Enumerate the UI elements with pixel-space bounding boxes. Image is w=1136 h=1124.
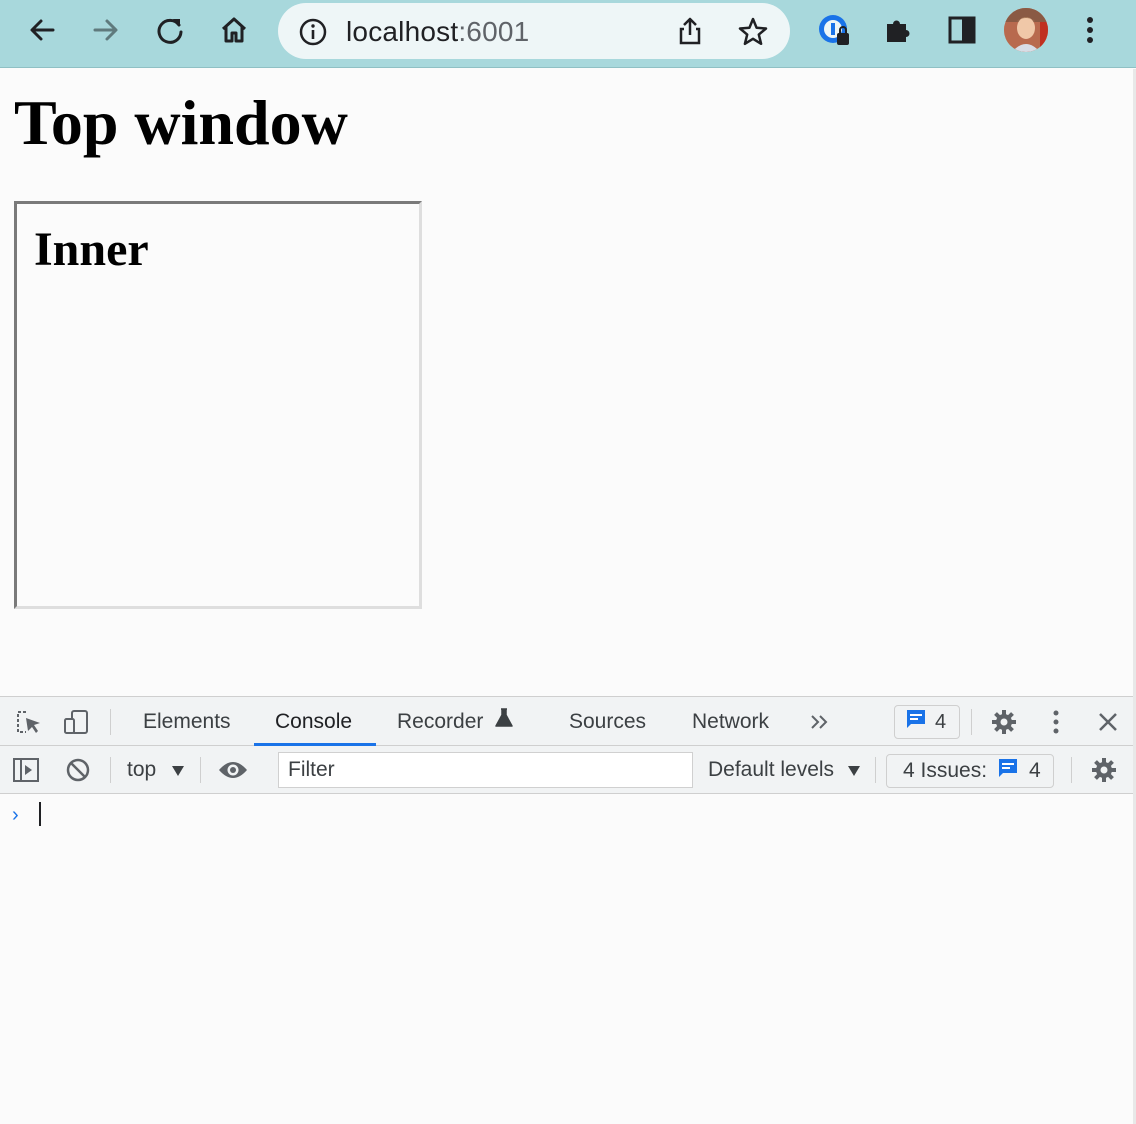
message-icon [997, 757, 1019, 785]
eye-icon[interactable] [216, 755, 250, 785]
more-icon[interactable] [1068, 8, 1112, 52]
home-icon[interactable] [212, 8, 256, 52]
chevron-down-icon [172, 746, 185, 794]
tab-console[interactable]: Console [275, 697, 352, 747]
devtools-panel: Elements Console Recorder Sources Networ… [0, 696, 1133, 1124]
sidebar-toggle-icon[interactable] [10, 755, 42, 785]
divider [110, 757, 111, 783]
context-value: top [127, 758, 157, 781]
star-icon[interactable] [736, 15, 770, 49]
iframe-title: Inner [34, 223, 149, 276]
issues-label: 4 Issues: [903, 759, 988, 782]
tab-recorder[interactable]: Recorder [397, 697, 513, 747]
messages-badge[interactable]: 4 [894, 705, 960, 739]
url-port: :6001 [458, 16, 530, 47]
log-levels-label: Default levels [708, 758, 835, 781]
settings-icon[interactable] [988, 706, 1020, 738]
filter-input[interactable] [278, 752, 693, 788]
clear-console-icon[interactable] [62, 755, 94, 785]
console-settings-icon[interactable] [1088, 754, 1120, 786]
context-select[interactable]: top [127, 746, 185, 794]
divider [200, 757, 201, 783]
more-tabs-icon[interactable] [806, 709, 832, 735]
tab-sources[interactable]: Sources [569, 697, 646, 747]
password-manager-icon[interactable] [812, 8, 856, 52]
divider [1071, 757, 1072, 783]
tab-recorder-label: Recorder [397, 710, 484, 733]
console-toolbar: top Default levels 4 Issues: 4 [0, 746, 1133, 794]
chevron-down-icon [847, 746, 860, 794]
inspect-element-icon[interactable] [12, 706, 44, 738]
url-text: localhost:6001 [346, 16, 529, 48]
back-icon[interactable] [20, 8, 64, 52]
inner-iframe[interactable]: Inner [14, 201, 422, 609]
message-count: 4 [935, 710, 947, 733]
console-prompt-icon: › [12, 804, 19, 826]
message-icon [905, 708, 927, 736]
customize-menu-icon[interactable] [1043, 706, 1069, 738]
device-toolbar-icon[interactable] [60, 706, 92, 738]
reload-icon[interactable] [148, 8, 192, 52]
share-icon[interactable] [674, 15, 706, 47]
divider [110, 709, 111, 735]
forward-icon[interactable] [84, 8, 128, 52]
tab-elements[interactable]: Elements [143, 697, 231, 747]
page-content: Top window Inner [0, 69, 1136, 696]
console-input[interactable] [39, 802, 41, 826]
address-bar[interactable]: localhost:6001 [278, 3, 790, 59]
info-icon[interactable] [298, 17, 328, 47]
divider [971, 709, 972, 735]
side-panel-icon[interactable] [940, 8, 984, 52]
issues-count: 4 [1029, 759, 1041, 782]
extensions-icon[interactable] [876, 8, 920, 52]
log-levels-select[interactable]: Default levels [708, 746, 860, 794]
avatar[interactable] [1004, 8, 1048, 52]
issues-button[interactable]: 4 Issues: 4 [886, 754, 1054, 788]
devtools-tabbar: Elements Console Recorder Sources Networ… [0, 696, 1133, 746]
tab-network[interactable]: Network [692, 697, 769, 747]
url-host: localhost [346, 16, 459, 47]
divider [875, 757, 876, 783]
flask-icon [495, 697, 513, 747]
page-title: Top window [14, 87, 348, 158]
browser-toolbar: localhost:6001 [0, 0, 1136, 68]
close-icon[interactable] [1094, 708, 1122, 736]
